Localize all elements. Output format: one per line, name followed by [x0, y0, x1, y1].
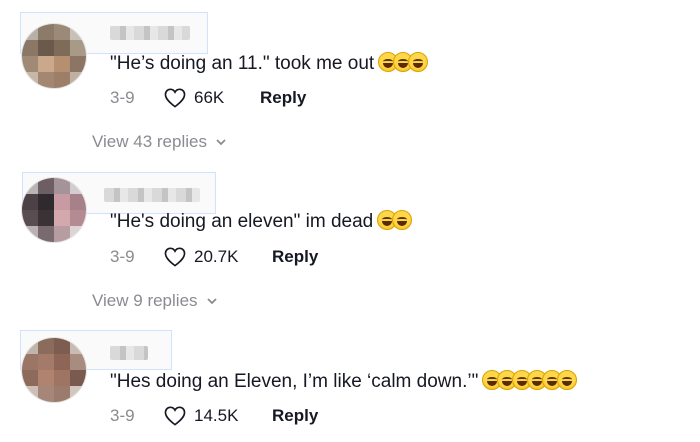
comment-1: "He’s doing an 11." took me out 3-9 66K … — [0, 0, 700, 160]
like-count: 20.7K — [194, 247, 239, 266]
comment-meta: 3-9 66K Reply — [110, 86, 306, 110]
comment-meta: 3-9 14.5K Reply — [110, 404, 318, 428]
comment-text: "He's doing an eleven" im dead — [110, 210, 413, 234]
emoji-group — [378, 52, 429, 72]
chevron-down-icon — [206, 298, 217, 305]
face-with-tears-of-joy-icon — [392, 210, 413, 230]
comment-date: 3-9 — [110, 247, 135, 266]
like-count: 66K — [194, 88, 225, 107]
face-with-tears-of-joy-icon — [557, 370, 578, 390]
comment-text: "Hes doing an Eleven, I’m like ‘calm dow… — [110, 370, 578, 394]
avatar[interactable] — [22, 24, 86, 88]
face-with-tears-of-joy-icon — [408, 52, 429, 72]
like-button[interactable]: 14.5K — [164, 406, 260, 426]
avatar[interactable] — [22, 338, 86, 402]
view-replies-label: View 9 replies — [92, 291, 198, 310]
heart-outline-icon — [164, 247, 186, 267]
comment-date: 3-9 — [110, 88, 135, 107]
reply-button[interactable]: Reply — [260, 88, 306, 108]
heart-outline-icon — [164, 88, 186, 108]
chevron-down-icon — [216, 139, 226, 146]
view-replies-button[interactable]: View 43 replies — [92, 132, 227, 152]
comment-3: "Hes doing an Eleven, I’m like ‘calm dow… — [0, 320, 700, 442]
username-redacted[interactable] — [110, 26, 190, 40]
username-redacted[interactable] — [104, 188, 200, 202]
username-redacted[interactable] — [110, 346, 148, 360]
emoji-group — [482, 370, 578, 390]
comment-meta: 3-9 20.7K Reply — [110, 245, 318, 269]
comment-2: "He's doing an eleven" im dead 3-9 20.7K… — [0, 160, 700, 320]
like-button[interactable]: 66K — [164, 88, 260, 108]
reply-button[interactable]: Reply — [272, 406, 318, 426]
view-replies-button[interactable]: View 9 replies — [92, 291, 218, 311]
avatar[interactable] — [22, 178, 86, 242]
heart-outline-icon — [164, 406, 186, 426]
view-replies-label: View 43 replies — [92, 132, 207, 151]
emoji-group — [377, 210, 413, 230]
like-count: 14.5K — [194, 406, 239, 425]
comment-date: 3-9 — [110, 406, 135, 425]
reply-button[interactable]: Reply — [272, 247, 318, 267]
like-button[interactable]: 20.7K — [164, 247, 260, 267]
comment-text: "He’s doing an 11." took me out — [110, 52, 429, 76]
